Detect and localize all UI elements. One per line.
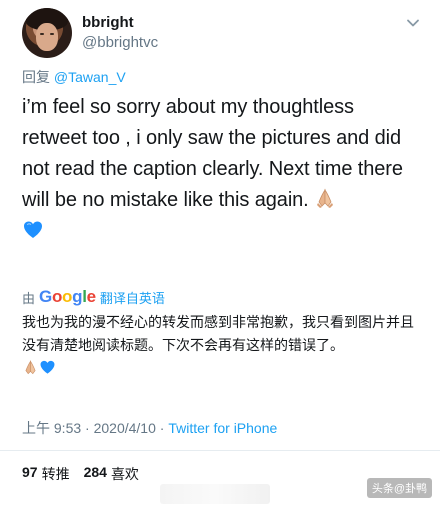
tweet-date[interactable]: 2020/4/10 [94, 420, 156, 436]
translated-text: 我也为我的漫不经心的转发而感到非常抱歉，我只看到图片并且没有清楚地阅读标题。下次… [22, 314, 414, 353]
tweet-time[interactable]: 上午 9:53 [22, 420, 81, 436]
chevron-down-icon[interactable] [404, 14, 422, 32]
avatar[interactable] [22, 8, 72, 58]
tweet-text: i’m feel so sorry about my thoughtless r… [22, 96, 403, 211]
retweets-count[interactable]: 97 [22, 464, 38, 484]
folded-hands-emoji-icon [317, 188, 334, 208]
meta-separator: · [155, 420, 169, 436]
tweet-meta: 上午 9:53 · 2020/4/10 · Twitter for iPhone [22, 418, 277, 438]
display-name[interactable]: bbright [82, 14, 134, 31]
watermark: 头条@卦鸭 [366, 478, 432, 498]
folded-hands-emoji-icon [25, 360, 36, 375]
client-link[interactable]: Twitter for iPhone [168, 420, 277, 436]
tweet-stats: 97 转推 284 喜欢 [22, 464, 149, 484]
reply-prefix: 回复 [22, 69, 54, 85]
tweet-header: bbright @bbrightvc [22, 8, 422, 60]
translate-from-english-link[interactable]: 翻译自英语 [100, 288, 165, 307]
translation-attribution: 由 Google 翻译自英语 [22, 287, 165, 307]
translated-by-label: 由 [22, 290, 36, 306]
meta-separator: · [81, 420, 94, 436]
tweet-body: i’m feel so sorry about my thoughtless r… [22, 92, 422, 247]
retweets-label[interactable]: 转推 [42, 464, 70, 484]
divider [0, 450, 440, 451]
user-handle[interactable]: @bbrightvc [82, 34, 158, 51]
likes-label[interactable]: 喜欢 [111, 464, 139, 484]
reply-mention-link[interactable]: @Tawan_V [54, 69, 126, 85]
reply-context: 回复 @Tawan_V [22, 67, 126, 87]
blue-heart-emoji-icon [40, 360, 55, 374]
translated-text-block: 我也为我的漫不经心的转发而感到非常抱歉，我只看到图片并且没有清楚地阅读标题。下次… [22, 311, 422, 380]
likes-count[interactable]: 284 [84, 464, 107, 484]
google-logo: Google [39, 287, 96, 306]
blue-heart-emoji-icon [24, 221, 42, 238]
blurred-region [160, 484, 270, 504]
